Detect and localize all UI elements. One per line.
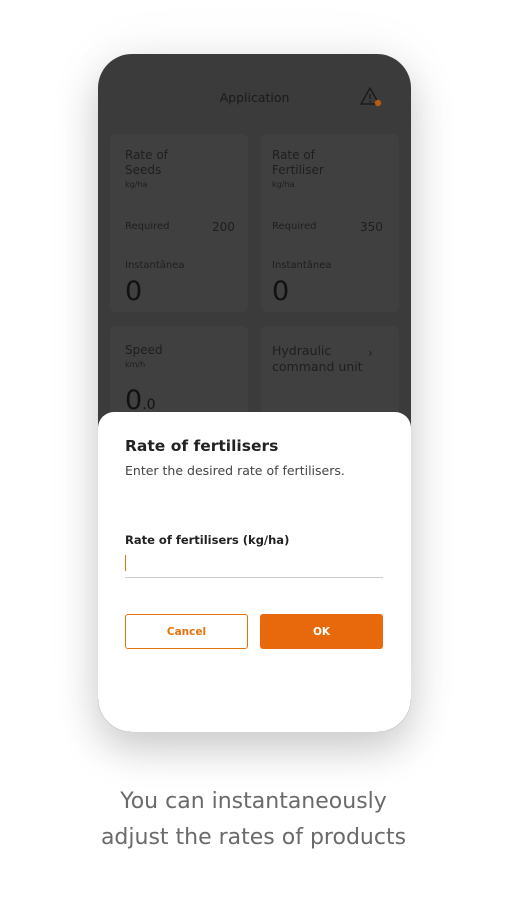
caption-line-1: You can instantaneously	[120, 789, 387, 814]
card-seeds-title: Rate of Seeds	[125, 148, 168, 177]
dialog-title: Rate of fertilisers	[125, 437, 279, 455]
card-fertiliser-title: Rate of Fertiliser	[272, 148, 324, 177]
warning-triangle-icon[interactable]	[360, 86, 382, 108]
text-caret	[125, 555, 126, 571]
speed-value-dec: .0	[142, 397, 156, 413]
fertiliser-required-label: Required	[272, 221, 317, 232]
seeds-required-value: 200	[212, 220, 235, 234]
fertiliser-required-value: 350	[360, 220, 383, 234]
seeds-required-label: Required	[125, 221, 170, 232]
card-speed-unit: km/h	[125, 360, 146, 369]
fertiliser-instant-label: Instantânea	[272, 260, 332, 271]
caption: You can instantaneously adjust the rates…	[0, 784, 507, 856]
chevron-right-icon: ›	[368, 346, 373, 360]
rate-field-label: Rate of fertilisers (kg/ha)	[125, 533, 290, 547]
ok-button[interactable]: OK	[260, 614, 383, 649]
card-hydraulic-title: Hydraulic command unit	[272, 343, 363, 374]
card-speed-title: Speed	[125, 343, 163, 357]
cancel-button[interactable]: Cancel	[125, 614, 248, 649]
seeds-instant-value: 0	[125, 276, 143, 307]
rate-dialog: Rate of fertilisers Enter the desired ra…	[98, 412, 411, 732]
phone-mockup: Application Rate of Seeds kg/ha Required…	[98, 54, 411, 732]
dialog-subtitle: Enter the desired rate of fertilisers.	[125, 463, 345, 478]
caption-line-2: adjust the rates of products	[100, 825, 407, 850]
rate-input[interactable]	[125, 551, 383, 578]
seeds-instant-label: Instantânea	[125, 260, 185, 271]
fertiliser-instant-value: 0	[272, 276, 290, 307]
card-fertiliser-unit: kg/ha	[272, 180, 295, 189]
card-seeds-unit: kg/ha	[125, 180, 148, 189]
